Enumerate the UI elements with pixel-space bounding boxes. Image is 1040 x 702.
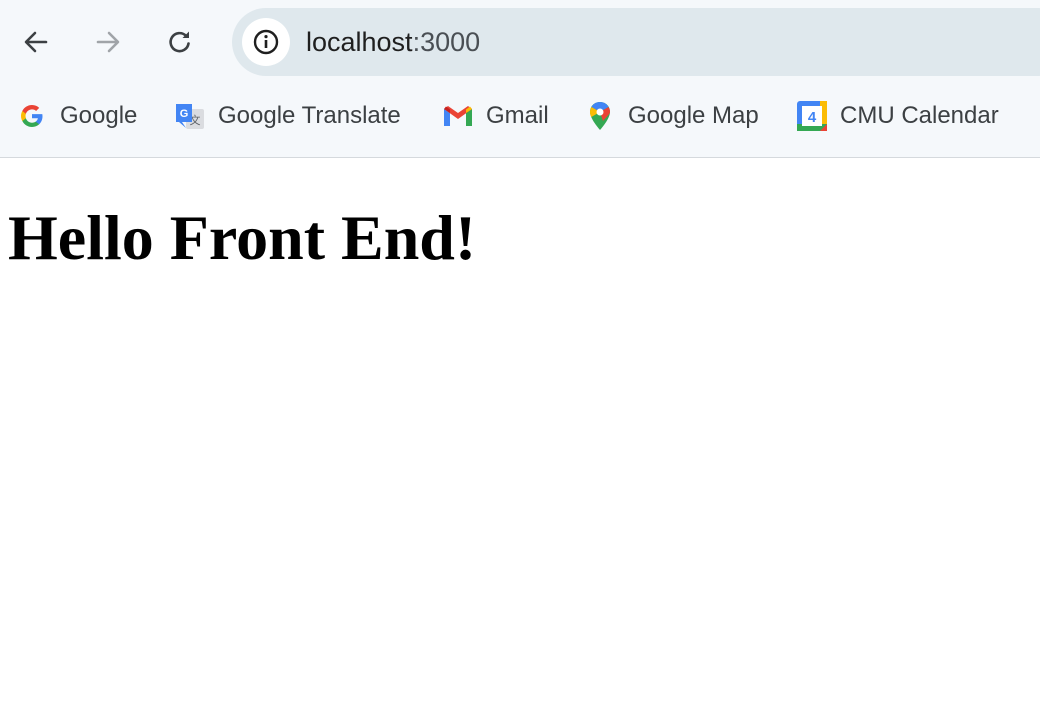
bookmark-google[interactable]: Google [16, 96, 137, 136]
bookmark-label: Gmail [486, 102, 549, 129]
browser-chrome: localhost:3000 Google 文 G Google Transla… [0, 0, 1040, 158]
browser-toolbar: localhost:3000 [0, 0, 1040, 84]
url-text[interactable]: localhost:3000 [306, 8, 480, 76]
address-bar[interactable]: localhost:3000 [232, 8, 1040, 76]
bookmark-google-map[interactable]: Google Map [584, 96, 759, 136]
bookmark-gmail[interactable]: Gmail [442, 96, 549, 136]
bookmark-cmu-calendar[interactable]: 4 CMU Calendar [796, 96, 999, 136]
reload-icon [169, 31, 190, 53]
google-maps-icon [584, 100, 616, 132]
site-info-button[interactable] [242, 18, 290, 66]
url-host: localhost [306, 27, 413, 57]
bookmark-google-translate[interactable]: 文 G Google Translate [174, 96, 401, 136]
info-icon [253, 29, 279, 55]
calendar-icon: 4 [796, 100, 828, 132]
bookmark-label: Google Map [628, 102, 759, 129]
forward-button[interactable] [88, 22, 128, 62]
calendar-icon-day: 4 [808, 109, 817, 126]
gmail-icon [442, 100, 474, 132]
bookmark-label: CMU Calendar [840, 102, 999, 129]
bookmark-label: Google Translate [218, 102, 401, 129]
google-translate-icon: 文 G [174, 100, 206, 132]
arrow-right-icon [96, 31, 120, 53]
bookmark-label: Google [60, 102, 138, 129]
page-content: Hello Front End! [0, 158, 1040, 702]
arrow-left-icon [24, 31, 48, 53]
google-icon [16, 100, 48, 132]
svg-text:G: G [180, 108, 189, 120]
reload-button[interactable] [160, 22, 200, 62]
url-port: :3000 [412, 27, 481, 57]
bookmarks-bar: Google 文 G Google Translate Gmail Google… [0, 84, 1040, 148]
page-heading: Hello Front End! [8, 202, 477, 273]
back-button[interactable] [16, 22, 56, 62]
